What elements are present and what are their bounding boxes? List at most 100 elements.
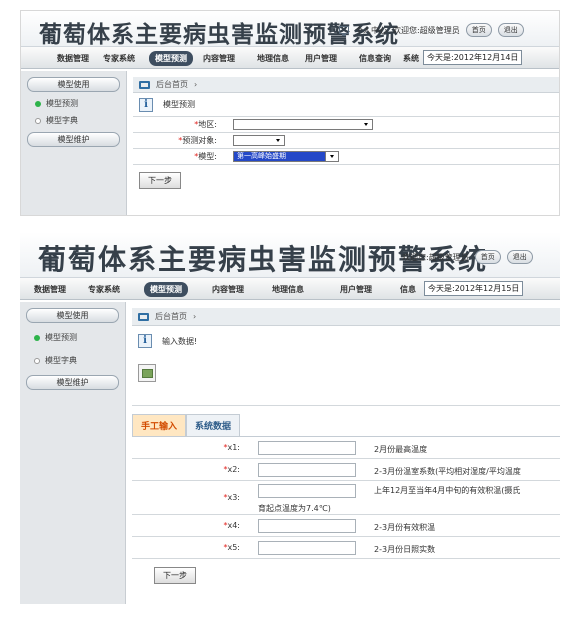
top-nav: 数据管理 专家系统 模型预测 内容管理 地理信息 用户管理 信息 今天是:201… [20,278,560,300]
tab-manual-input[interactable]: 手工输入 [132,414,187,436]
image-area [132,356,560,406]
sidebar-model-usage-button[interactable]: 模型使用 [26,308,119,323]
target-select[interactable] [233,135,285,146]
x4-input[interactable] [258,519,356,533]
sidebar-item-model-predict[interactable]: 模型预测 [34,332,125,343]
chevron-down-icon [364,123,368,126]
sidebar-model-maintenance-button[interactable]: 模型维护 [26,375,119,390]
nav-system[interactable]: 系统 [403,53,419,64]
nav-data-management[interactable]: 数据管理 [34,284,66,295]
nav-user-management[interactable]: 用户管理 [305,53,337,64]
home-button[interactable]: 首页 [465,23,492,37]
nav-user-management[interactable]: 用户管理 [340,284,372,295]
input-row-x2: *x2: 2-3月份温室系数(平均相对湿度/平均温度 [132,459,560,481]
selected-dot-icon [34,334,40,341]
x2-description: 2-3月份温室系数(平均相对湿度/平均温度 [374,467,521,476]
nav-data-management[interactable]: 数据管理 [57,53,89,64]
tab-system-data[interactable]: 系统数据 [186,414,241,436]
header-banner: 葡萄体系主要病虫害监测预警系统 欢迎您:超级管理员 首页 退出 [20,232,560,278]
screenshot-data-input: 葡萄体系主要病虫害监测预警系统 欢迎您:超级管理员 首页 退出 数据管理 专家系… [20,232,560,604]
window-icon [138,312,149,321]
breadcrumb-home[interactable]: 后台首页 [155,311,187,322]
info-icon: i [139,97,153,112]
exit-button[interactable]: 退出 [497,23,524,37]
sidebar-item-model-dict[interactable]: 模型字典 [34,355,125,366]
info-icon: i [138,334,152,348]
nav-geo-info[interactable]: 地理信息 [272,284,304,295]
input-tabs: 手工输入 系统数据 [132,414,560,437]
input-row-x4: *x4: 2-3月份有效积温 [132,515,560,537]
computer-icon [339,26,349,36]
nav-model-predict[interactable]: 模型预测 [149,51,193,66]
welcome-text: 欢迎您:超级管理员 [402,252,469,262]
sidebar-item-label: 模型预测 [45,333,77,342]
info-title: 模型预测 [163,100,195,109]
exit-button[interactable]: 退出 [506,250,533,264]
x5-input[interactable] [258,541,356,555]
date-display: 今天是:2012年12月14日 [423,50,523,65]
x1-description: 2月份最高温度 [374,445,428,454]
x2-label: *x2: [223,465,240,474]
selected-dot-icon [35,100,41,107]
x5-label: *x5: [223,543,240,552]
x3-label: *x3: [223,493,240,502]
input-row-x3: *x3: 上年12月至当年4月中旬的有效积温(摄氏 育起点温度为7.4℃) [132,481,560,515]
x3-description-continued: 育起点温度为7.4℃) [258,504,331,513]
welcome-text: 欢迎您:超级管理员 [393,25,460,35]
input-row-x1: *x1: 2月份最高温度 [132,437,560,459]
x4-description: 2-3月份有效积温 [374,523,436,532]
region-select[interactable] [233,119,373,130]
x1-input[interactable] [258,441,356,455]
main-panel: 后台首页 › i 模型预测 *地区: *预测对象: *模型: 第一高峰始盛期 下 [133,77,559,189]
nav-expert-system[interactable]: 专家系统 [88,284,120,295]
sidebar: 模型使用 模型预测 模型字典 模型维护 [20,302,126,604]
user-bar: 个人中心 欢迎您:超级管理员 首页 退出 [339,23,524,37]
user-center-link[interactable]: 个人中心 [355,25,387,36]
date-display: 今天是:2012年12月15日 [424,281,524,296]
user-bar: 欢迎您:超级管理员 首页 退出 [402,250,533,264]
nav-model-predict[interactable]: 模型预测 [144,282,188,297]
region-label: *地区: [194,120,217,129]
image-placeholder-icon [138,364,156,382]
home-button[interactable]: 首页 [474,250,501,264]
form-row-region: *地区: [133,117,559,133]
window-icon [139,80,150,89]
nav-geo-info[interactable]: 地理信息 [257,53,289,64]
form-row-model: *模型: 第一高峰始盛期 [133,149,559,165]
model-select[interactable]: 第一高峰始盛期 [233,151,339,162]
nav-info-query[interactable]: 信息查询 [359,53,391,64]
sidebar-model-maintenance-button[interactable]: 模型维护 [27,132,120,147]
next-button[interactable]: 下一步 [139,172,181,189]
breadcrumb-home[interactable]: 后台首页 [156,79,188,90]
x1-label: *x1: [223,443,240,452]
nav-expert-system[interactable]: 专家系统 [103,53,135,64]
top-nav: 数据管理 专家系统 模型预测 内容管理 地理信息 用户管理 信息查询 系统 今天… [21,47,559,69]
x2-input[interactable] [258,463,356,477]
next-button[interactable]: 下一步 [154,567,196,584]
x5-description: 2-3月份日照实数 [374,545,436,554]
sidebar-item-model-dict[interactable]: 模型字典 [35,115,126,126]
x3-description: 上年12月至当年4月中旬的有效积温(摄氏 [374,486,521,495]
main-panel: 后台首页 › i 输入数据! 手工输入 系统数据 *x1: 2月份最高温度 *x… [132,308,560,584]
nav-content-management[interactable]: 内容管理 [203,53,235,64]
info-title: 输入数据! [162,336,198,346]
model-label: *模型: [194,152,217,161]
sidebar-model-usage-button[interactable]: 模型使用 [27,77,120,92]
target-label: *预测对象: [178,136,217,145]
input-row-x5: *x5: 2-3月份日照实数 [132,537,560,559]
nav-content-management[interactable]: 内容管理 [212,284,244,295]
sidebar-item-model-predict[interactable]: 模型预测 [35,98,126,109]
breadcrumb-separator: › [194,80,198,89]
info-bar: i 模型预测 [133,93,559,117]
sidebar-item-label: 模型字典 [45,356,77,365]
nav-info-query[interactable]: 信息 [400,284,416,295]
unselected-dot-icon [34,357,40,364]
breadcrumb: 后台首页 › [133,77,559,93]
chevron-down-icon [330,155,334,158]
screenshot-model-select: 葡萄体系主要病虫害监测预警系统 个人中心 欢迎您:超级管理员 首页 退出 数据管… [20,10,560,216]
sidebar: 模型使用 模型预测 模型字典 模型维护 [21,71,127,215]
form-row-target: *预测对象: [133,133,559,149]
x3-input[interactable] [258,484,356,498]
breadcrumb-separator: › [193,312,197,321]
sidebar-item-label: 模型字典 [46,116,78,125]
